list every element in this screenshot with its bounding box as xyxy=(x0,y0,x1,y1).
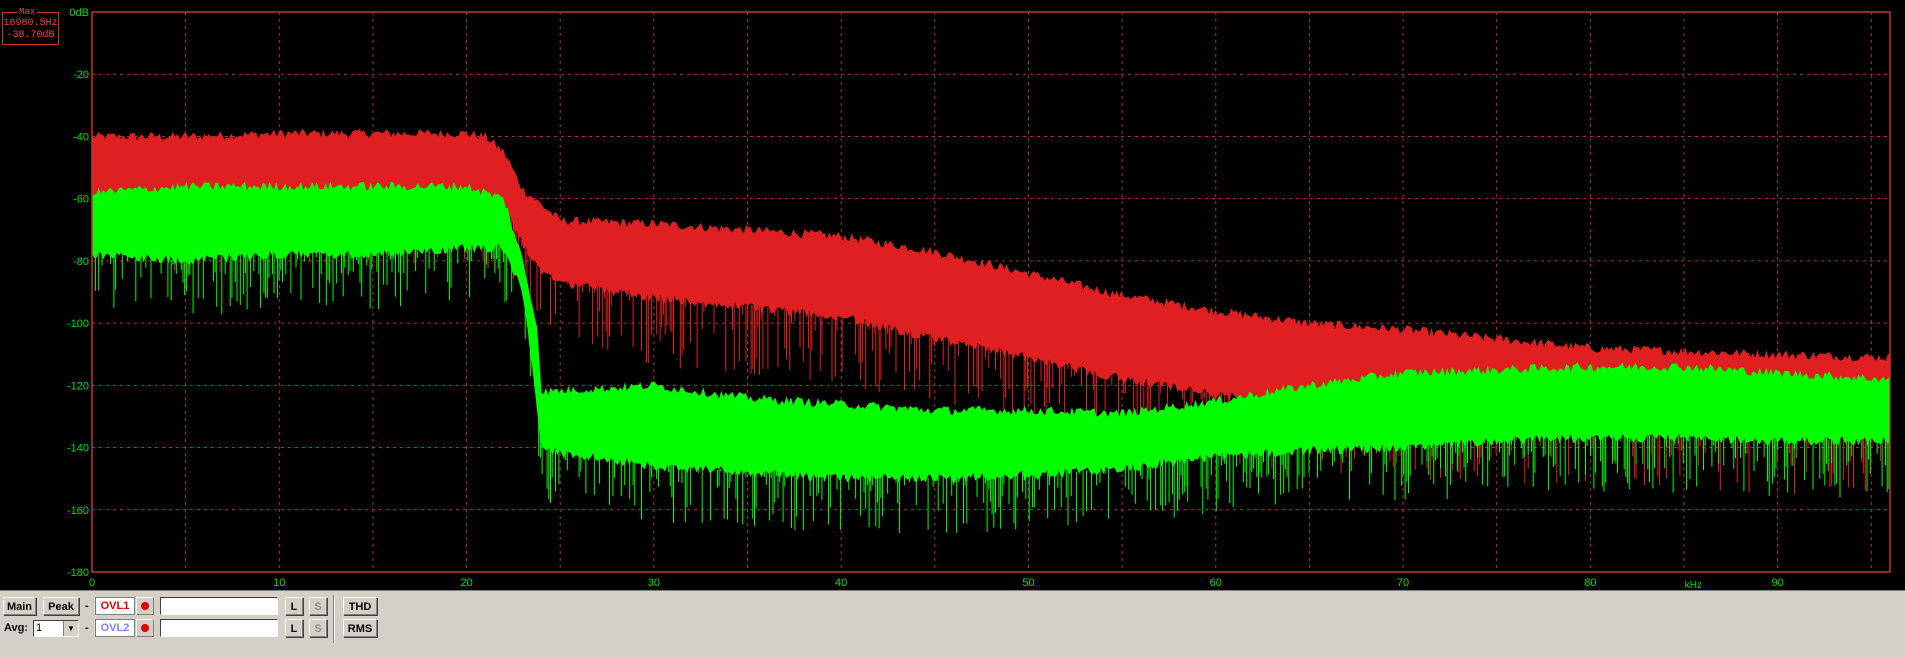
s-button-2[interactable]: S xyxy=(309,619,327,637)
record-button-2[interactable] xyxy=(136,619,154,637)
spectrum-chart: 0dB -20 -40 -60 -80 -100 -120 -140 -160 -1800 10 20… xyxy=(67,7,1891,590)
toolbar-divider xyxy=(333,595,335,643)
x-tick-label: 30 xyxy=(648,577,660,589)
x-tick-label: 0 xyxy=(89,577,95,589)
record-icon xyxy=(141,624,149,632)
ovl1-indicator: OVL1 xyxy=(95,597,135,615)
y-tick-label: -100 xyxy=(67,318,89,330)
x-tick-label: 20 xyxy=(460,577,472,589)
s-button-1[interactable]: S xyxy=(309,597,327,615)
x-unit-label: kHz xyxy=(1685,580,1702,590)
y-tick-label: -20 xyxy=(73,69,89,81)
channel2-text-field[interactable] xyxy=(160,619,278,637)
main-button[interactable]: Main xyxy=(3,597,36,615)
x-tick-label: 60 xyxy=(1210,577,1222,589)
x-tick-label: 80 xyxy=(1584,577,1596,589)
rms-button[interactable]: RMS xyxy=(343,619,377,637)
y-tick-label: -160 xyxy=(67,505,89,517)
peak-marker-readout: Max 16980.5Hz -38.70dB xyxy=(2,7,59,45)
y-tick-label: -180 xyxy=(67,567,89,579)
peak-button[interactable]: Peak xyxy=(43,597,79,615)
marker-title: Max xyxy=(17,7,38,17)
dash-separator: - xyxy=(85,622,89,634)
record-button-1[interactable] xyxy=(136,597,154,615)
control-toolbar: Main Peak - OVL1 L S THD Avg: 1 ▼ - OVL2… xyxy=(0,590,1905,657)
spectrum-plot[interactable]: 0dB -20 -40 -60 -80 -100 -120 -140 -160 -180 0 10 20… xyxy=(0,0,1905,590)
x-tick-label: 70 xyxy=(1397,577,1409,589)
chevron-down-icon[interactable]: ▼ xyxy=(63,621,78,636)
y-tick-label: 0dB xyxy=(69,7,89,19)
record-icon xyxy=(141,602,149,610)
y-tick-label: -120 xyxy=(67,380,89,392)
y-tick-label: -60 xyxy=(73,194,89,206)
marker-level: -38.70dB xyxy=(6,30,55,41)
thd-button[interactable]: THD xyxy=(343,597,377,615)
x-tick-label: 10 xyxy=(273,577,285,589)
y-tick-label: -140 xyxy=(67,443,89,455)
avg-value: 1 xyxy=(36,622,43,634)
x-tick-label: 90 xyxy=(1772,577,1784,589)
avg-label: Avg: xyxy=(4,622,29,634)
x-tick-label: 50 xyxy=(1022,577,1034,589)
x-tick-label: 40 xyxy=(835,577,847,589)
l-button-2[interactable]: L xyxy=(285,619,303,637)
marker-frequency: 16980.5Hz xyxy=(3,18,58,29)
channel1-text-field[interactable] xyxy=(160,597,278,615)
y-tick-label: -80 xyxy=(73,256,89,268)
y-tick-label: -40 xyxy=(73,131,89,143)
avg-select[interactable]: 1 ▼ xyxy=(33,620,79,637)
dash-separator: - xyxy=(85,600,89,612)
ovl2-indicator: OVL2 xyxy=(95,619,135,637)
l-button-1[interactable]: L xyxy=(285,597,303,615)
